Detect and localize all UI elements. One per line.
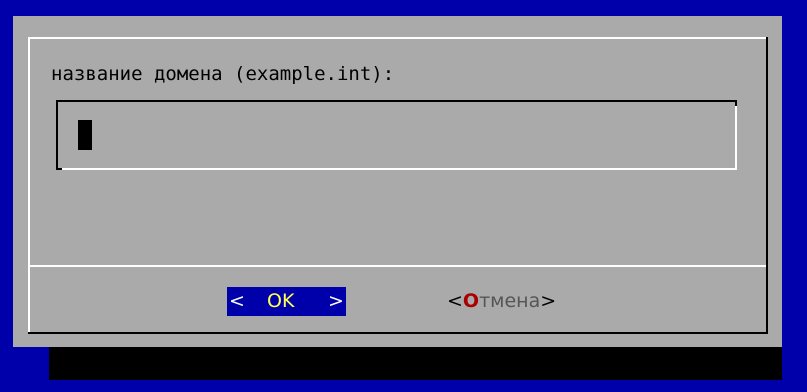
frame-right-border <box>766 37 768 334</box>
input-border-corner <box>56 168 62 170</box>
frame-bottom-border <box>28 332 768 334</box>
input-border-top <box>56 100 737 102</box>
domain-input-box[interactable] <box>56 100 737 170</box>
terminal-screen: название домена (example.int): < OK > <О… <box>0 0 807 392</box>
input-border-right <box>735 100 737 170</box>
ok-left-bracket: < <box>229 290 245 312</box>
dialog-shadow <box>49 347 782 380</box>
domain-name-input[interactable] <box>62 106 731 164</box>
cancel-button[interactable]: <Отмена> <box>447 287 556 316</box>
cancel-label: тмена <box>479 290 541 312</box>
frame-top-border <box>28 37 768 39</box>
text-cursor <box>78 120 92 150</box>
input-border-left <box>56 100 58 170</box>
ok-label: OK <box>267 290 295 312</box>
domain-name-prompt: название домена (example.int): <box>51 63 395 85</box>
cancel-left-bracket: < <box>447 290 463 312</box>
cancel-right-bracket: > <box>540 290 557 312</box>
button-separator <box>30 265 766 267</box>
cancel-hotkey: О <box>462 290 480 312</box>
ok-button[interactable]: < OK > <box>227 287 346 316</box>
ok-right-bracket: > <box>328 290 344 312</box>
input-dialog: название домена (example.int): < OK > <О… <box>13 16 782 347</box>
frame-left-border <box>28 37 30 334</box>
input-border-corner <box>735 100 737 106</box>
input-border-bottom <box>56 168 737 170</box>
